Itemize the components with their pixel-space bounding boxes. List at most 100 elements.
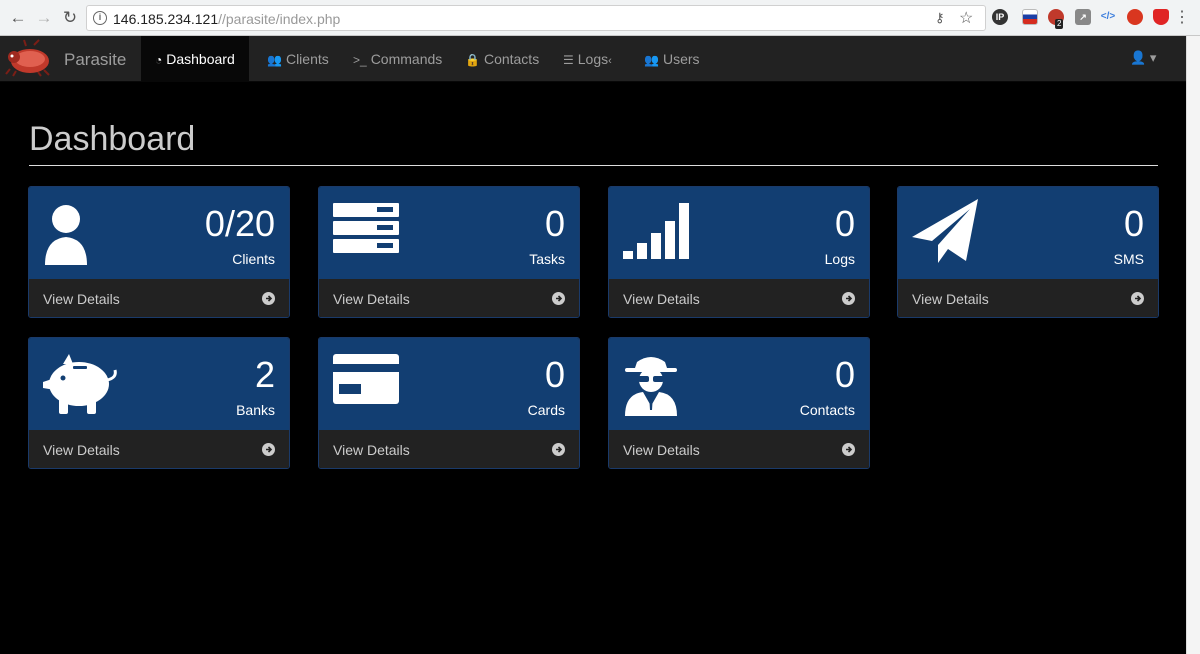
browser-toolbar: ← → ↻ i 146.185.234.121//parasite/index.… (0, 0, 1200, 36)
paper-plane-icon (912, 199, 978, 263)
panel-label: Cards (527, 402, 565, 418)
panel-label: Logs (824, 251, 855, 267)
arrow-circle-right-icon[interactable] (1131, 292, 1144, 305)
panel-header: 0 Tasks (319, 187, 579, 279)
user-menu[interactable]: 👤 ▾ (1130, 50, 1156, 66)
arrow-circle-right-icon[interactable] (262, 443, 275, 456)
panel-header: 0 Contacts (609, 338, 869, 430)
extension-shield-icon[interactable] (1153, 9, 1169, 25)
caret-down-icon: ▾ (1149, 50, 1157, 65)
scrollbar[interactable] (1186, 36, 1200, 654)
panel-header: 2 Banks (29, 338, 289, 430)
panel-label: Banks (236, 402, 275, 418)
dashboard-icon: ◔ (155, 53, 163, 67)
panel-footer-link[interactable]: View Details (609, 279, 869, 317)
terminal-icon: >_ (353, 53, 367, 67)
arrow-circle-right-icon[interactable] (842, 443, 855, 456)
users-icon: 👥 (267, 53, 282, 67)
url-path: //parasite/index.php (218, 11, 341, 27)
brand-name[interactable]: Parasite (64, 50, 126, 70)
forward-icon[interactable]: → (34, 8, 54, 28)
view-details-link[interactable]: View Details (43, 291, 120, 307)
url-text[interactable]: 146.185.234.121//parasite/index.php (113, 11, 340, 27)
parasite-logo-icon[interactable] (4, 39, 54, 77)
view-details-link[interactable]: View Details (43, 442, 120, 458)
nav-clients[interactable]: 👥 Clients (253, 36, 343, 82)
nav-contacts-label: Contacts (483, 51, 540, 67)
chevron-left-icon: ‹ (608, 55, 612, 67)
panel-label: Contacts (799, 402, 855, 418)
view-details-link[interactable]: View Details (623, 442, 700, 458)
panel-count: 0/20 (204, 203, 275, 244)
nav-dashboard-label: Dashboard (166, 51, 235, 67)
extension-ip-icon[interactable]: IP (992, 9, 1008, 25)
credit-card-icon (333, 354, 399, 404)
panel-header: 0 Cards (319, 338, 579, 430)
nav-contacts[interactable]: 🔒 Contacts (451, 36, 553, 82)
extension-flag-icon[interactable] (1022, 9, 1038, 25)
panel-footer-link[interactable]: View Details (29, 279, 289, 317)
panel-header: 0 Logs (609, 187, 869, 279)
panel-count: 0 (834, 354, 855, 395)
address-bar[interactable]: i 146.185.234.121//parasite/index.php ⚷ … (86, 5, 986, 31)
user-icon: 👤 (1130, 50, 1147, 65)
arrow-circle-right-icon[interactable] (552, 443, 565, 456)
key-icon[interactable]: ⚷ (935, 10, 945, 26)
page-title: Dashboard (29, 120, 196, 158)
url-host: 146.185.234.121 (113, 11, 219, 27)
panel-footer-link[interactable]: View Details (319, 430, 579, 468)
extension-arrow-icon[interactable]: ↗ (1075, 9, 1091, 25)
panel-count: 2 (254, 354, 275, 395)
user-icon (45, 205, 87, 265)
bookmark-star-icon[interactable]: ☆ (959, 8, 973, 28)
list-icon: ☰ (563, 53, 574, 67)
nav-users[interactable]: 👥 Users (630, 36, 714, 82)
nav-clients-label: Clients (285, 51, 329, 67)
info-icon[interactable]: i (93, 11, 107, 25)
panel-label: SMS (1113, 251, 1144, 267)
panel-count: 0 (834, 203, 855, 244)
nav-users-label: Users (662, 51, 700, 67)
piggy-bank-icon (43, 354, 117, 414)
panel-count: 0 (544, 354, 565, 395)
title-divider (29, 165, 1158, 166)
app-navbar: Parasite ◔ Dashboard 👥 Clients >_ Commands … (0, 36, 1186, 82)
panel-header: 0 SMS (898, 187, 1158, 279)
arrow-circle-right-icon[interactable] (262, 292, 275, 305)
users-icon: 👥 (644, 53, 659, 67)
nav-dashboard[interactable]: ◔ Dashboard (141, 36, 249, 82)
panel-label: Tasks (529, 251, 565, 267)
spy-icon (625, 357, 677, 416)
view-details-link[interactable]: View Details (333, 291, 410, 307)
panel-cards: 0 Cards View Details (318, 337, 580, 469)
panel-header: 0/20 Clients (29, 187, 289, 279)
panel-footer-link[interactable]: View Details (898, 279, 1158, 317)
panel-count: 0 (1123, 203, 1144, 244)
nav-logs[interactable]: ☰ Logs‹ (549, 36, 626, 82)
signal-icon (623, 203, 689, 259)
nav-commands[interactable]: >_ Commands (339, 36, 456, 82)
browser-menu-icon[interactable]: ⋮ (1172, 8, 1192, 28)
panel-footer-link[interactable]: View Details (319, 279, 579, 317)
extension-ublock-icon[interactable] (1127, 9, 1143, 25)
panel-footer-link[interactable]: View Details (609, 430, 869, 468)
reload-icon[interactable]: ↻ (60, 8, 80, 28)
arrow-circle-right-icon[interactable] (842, 292, 855, 305)
server-icon (333, 203, 399, 253)
panel-clients: 0/20 Clients View Details (28, 186, 290, 318)
view-details-link[interactable]: View Details (623, 291, 700, 307)
panel-banks: 2 Banks View Details (28, 337, 290, 469)
panel-logs: 0 Logs View Details (608, 186, 870, 318)
extension-badge: 2 (1055, 19, 1064, 29)
extension-code-icon[interactable]: </> (1100, 9, 1116, 25)
view-details-link[interactable]: View Details (333, 442, 410, 458)
view-details-link[interactable]: View Details (912, 291, 989, 307)
panel-count: 0 (544, 203, 565, 244)
panel-tasks: 0 Tasks View Details (318, 186, 580, 318)
lock-icon: 🔒 (465, 53, 480, 67)
arrow-circle-right-icon[interactable] (552, 292, 565, 305)
panel-footer-link[interactable]: View Details (29, 430, 289, 468)
back-icon[interactable]: ← (8, 8, 28, 28)
panel-sms: 0 SMS View Details (897, 186, 1159, 318)
panel-contacts: 0 Contacts View Details (608, 337, 870, 469)
